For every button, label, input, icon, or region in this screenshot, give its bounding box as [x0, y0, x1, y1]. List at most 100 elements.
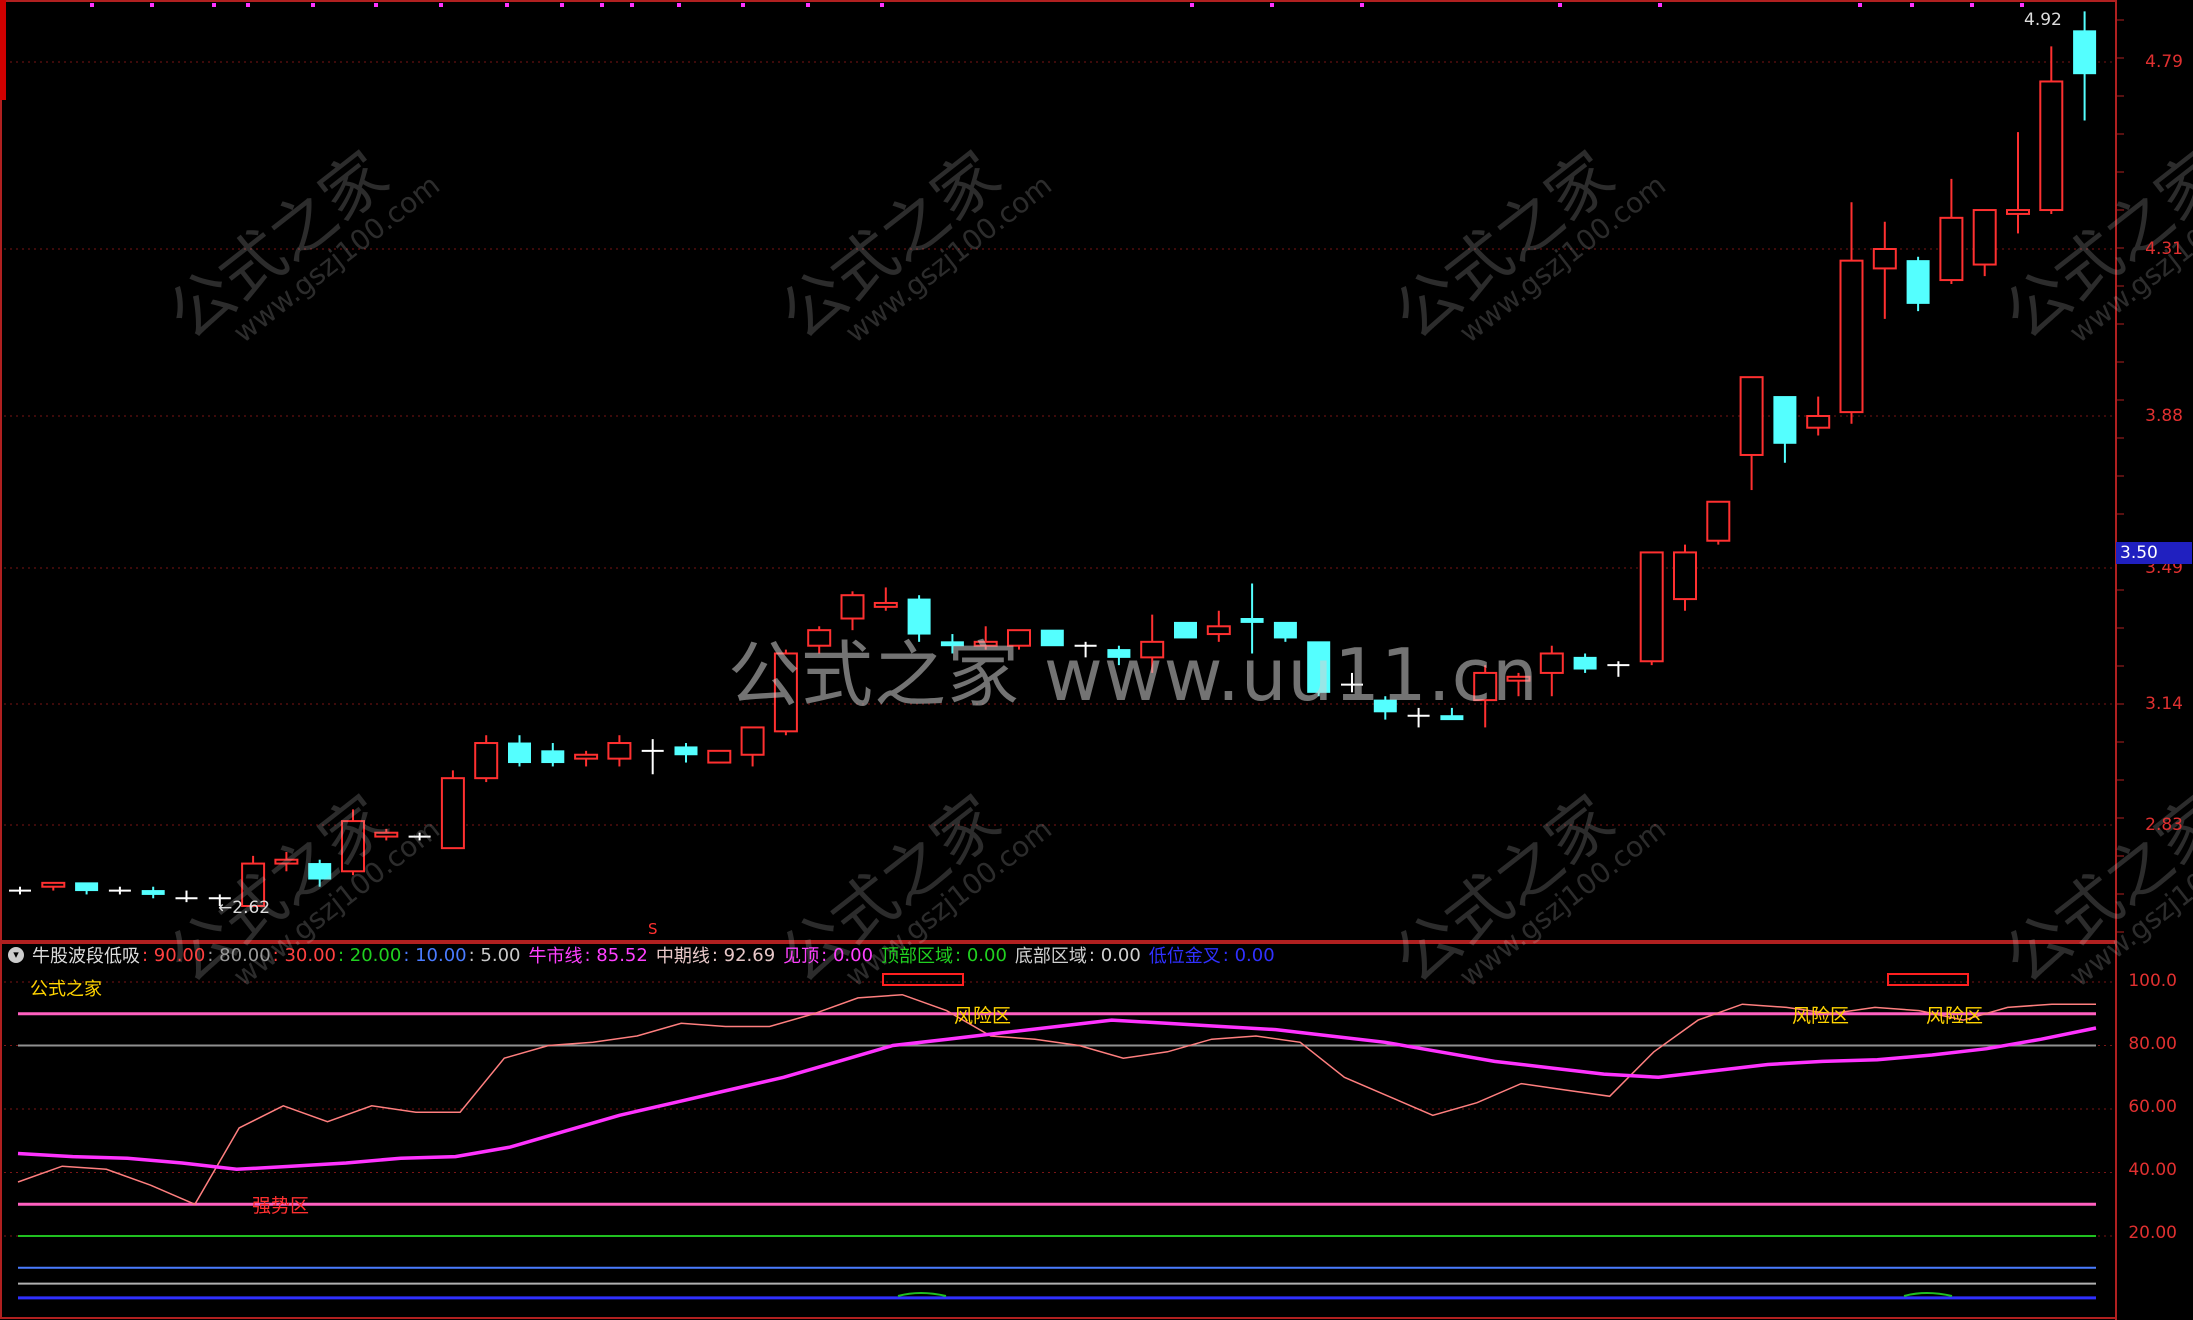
candle — [2073, 11, 2097, 121]
indicator-value: : 85.52 — [584, 944, 648, 966]
indicator-param: : 80.00 — [207, 944, 271, 966]
strong-zone-label: 强势区 — [252, 1195, 310, 1217]
indicator-value: : 0.00 — [955, 944, 1007, 966]
candle — [1539, 645, 1564, 697]
candle — [474, 735, 499, 783]
indicator-name: 牛股波段低吸 — [32, 946, 140, 967]
candle — [1839, 202, 1864, 424]
candle-body — [474, 742, 499, 780]
top-marker — [150, 3, 154, 7]
risk-zone-label: 风险区 — [1926, 1005, 1984, 1027]
center-watermark: 公式之家 www.uu11.cn — [728, 633, 1539, 717]
candle — [541, 743, 565, 767]
candle — [1773, 396, 1797, 463]
top-marker — [741, 3, 745, 7]
candle-body — [1639, 551, 1664, 663]
top-marker — [1970, 3, 1974, 7]
indicator-value-label: 中期线 — [655, 946, 710, 967]
left-marker — [0, 0, 6, 100]
candle-body — [141, 890, 165, 895]
candle — [1972, 209, 1997, 277]
candle-body — [574, 753, 599, 760]
green-blip — [1903, 1292, 1953, 1297]
candle — [1639, 551, 1664, 666]
candle-body — [1839, 259, 1864, 414]
candle — [607, 735, 632, 767]
top-marker — [505, 3, 509, 7]
top-marker — [1858, 3, 1862, 7]
candle-body — [873, 601, 898, 608]
candle-body — [2006, 209, 2030, 215]
low-price-value: 2.62 — [232, 898, 271, 918]
candle-body — [1539, 652, 1564, 674]
indicator-tick: 60.00 — [2128, 1097, 2177, 1117]
candle — [41, 881, 66, 891]
price-tick: 2.83 — [2145, 815, 2183, 835]
top-marker — [1910, 3, 1914, 7]
candle — [75, 882, 99, 895]
top-marker — [600, 3, 604, 7]
indicator-value-label: 低位金叉 — [1148, 946, 1221, 967]
candle — [1939, 178, 1964, 284]
price-tick: 4.31 — [2145, 239, 2183, 259]
candle-body — [1673, 551, 1697, 601]
top-marker — [212, 3, 216, 7]
indicator-param: : 20.00 — [337, 944, 402, 966]
candle-body — [1906, 260, 1930, 304]
top-marker — [806, 3, 810, 7]
indicator-param: : 90.00 — [142, 944, 206, 966]
candle — [108, 886, 131, 895]
candle — [2006, 132, 2030, 234]
candle-body — [740, 726, 765, 756]
candle-body — [1806, 415, 1831, 429]
candlestick-series — [9, 11, 2097, 907]
green-blip — [897, 1292, 947, 1297]
high-price-label: 4.92 — [2024, 10, 2062, 30]
candle-body — [508, 742, 531, 764]
indicator-tick: 40.00 — [2128, 1160, 2177, 1180]
indicator-value-label: 牛市线 — [528, 946, 583, 967]
indicator-sub-label: 公式之家 — [30, 979, 102, 1000]
candle — [1573, 653, 1597, 673]
top-marker — [439, 3, 443, 7]
candle — [1806, 396, 1831, 436]
candle — [1739, 376, 1764, 491]
candle-body — [607, 742, 632, 760]
candle-body — [75, 882, 99, 892]
price-tick: 3.88 — [2145, 406, 2183, 426]
candle — [574, 750, 599, 767]
candle — [740, 726, 765, 767]
indicator-value-label: 底部区域 — [1014, 946, 1087, 967]
candle-body — [1573, 656, 1597, 670]
candle — [641, 739, 664, 775]
low-price-label: ←2.62 — [218, 898, 271, 918]
candle — [1706, 500, 1731, 545]
candle — [9, 886, 31, 895]
candle-body — [1872, 248, 1897, 270]
risk-zone-label: 风险区 — [954, 1005, 1012, 1027]
indicator-param: : 10.00 — [403, 944, 467, 966]
top-marker — [1270, 3, 1274, 7]
price-tick: 3.14 — [2145, 694, 2183, 714]
indicator-value-label: 顶部区域 — [881, 946, 954, 967]
candle — [707, 749, 732, 764]
candle — [508, 735, 531, 767]
candle-body — [2073, 30, 2097, 75]
candle-body — [1972, 209, 1997, 266]
candle — [1906, 256, 1930, 312]
top-zone-marker — [1887, 973, 1969, 986]
indicator-legend: ▾ 牛股波段低吸 : 90.00 : 80.00 : 30.00 : 20.00… — [8, 942, 1277, 968]
candle-body — [2039, 80, 2064, 212]
top-zone-marker — [882, 973, 964, 986]
candle-body — [674, 746, 698, 756]
candle-body — [1739, 376, 1764, 456]
top-marker — [677, 3, 681, 7]
top-marker — [90, 3, 94, 7]
top-marker — [311, 3, 315, 7]
top-marker — [1190, 3, 1194, 7]
candle — [141, 886, 165, 899]
indicator-toggle-button[interactable]: ▾ — [8, 947, 24, 963]
candle — [1872, 221, 1897, 319]
candle — [1673, 544, 1697, 611]
indicator-param: : 5.00 — [468, 944, 521, 966]
